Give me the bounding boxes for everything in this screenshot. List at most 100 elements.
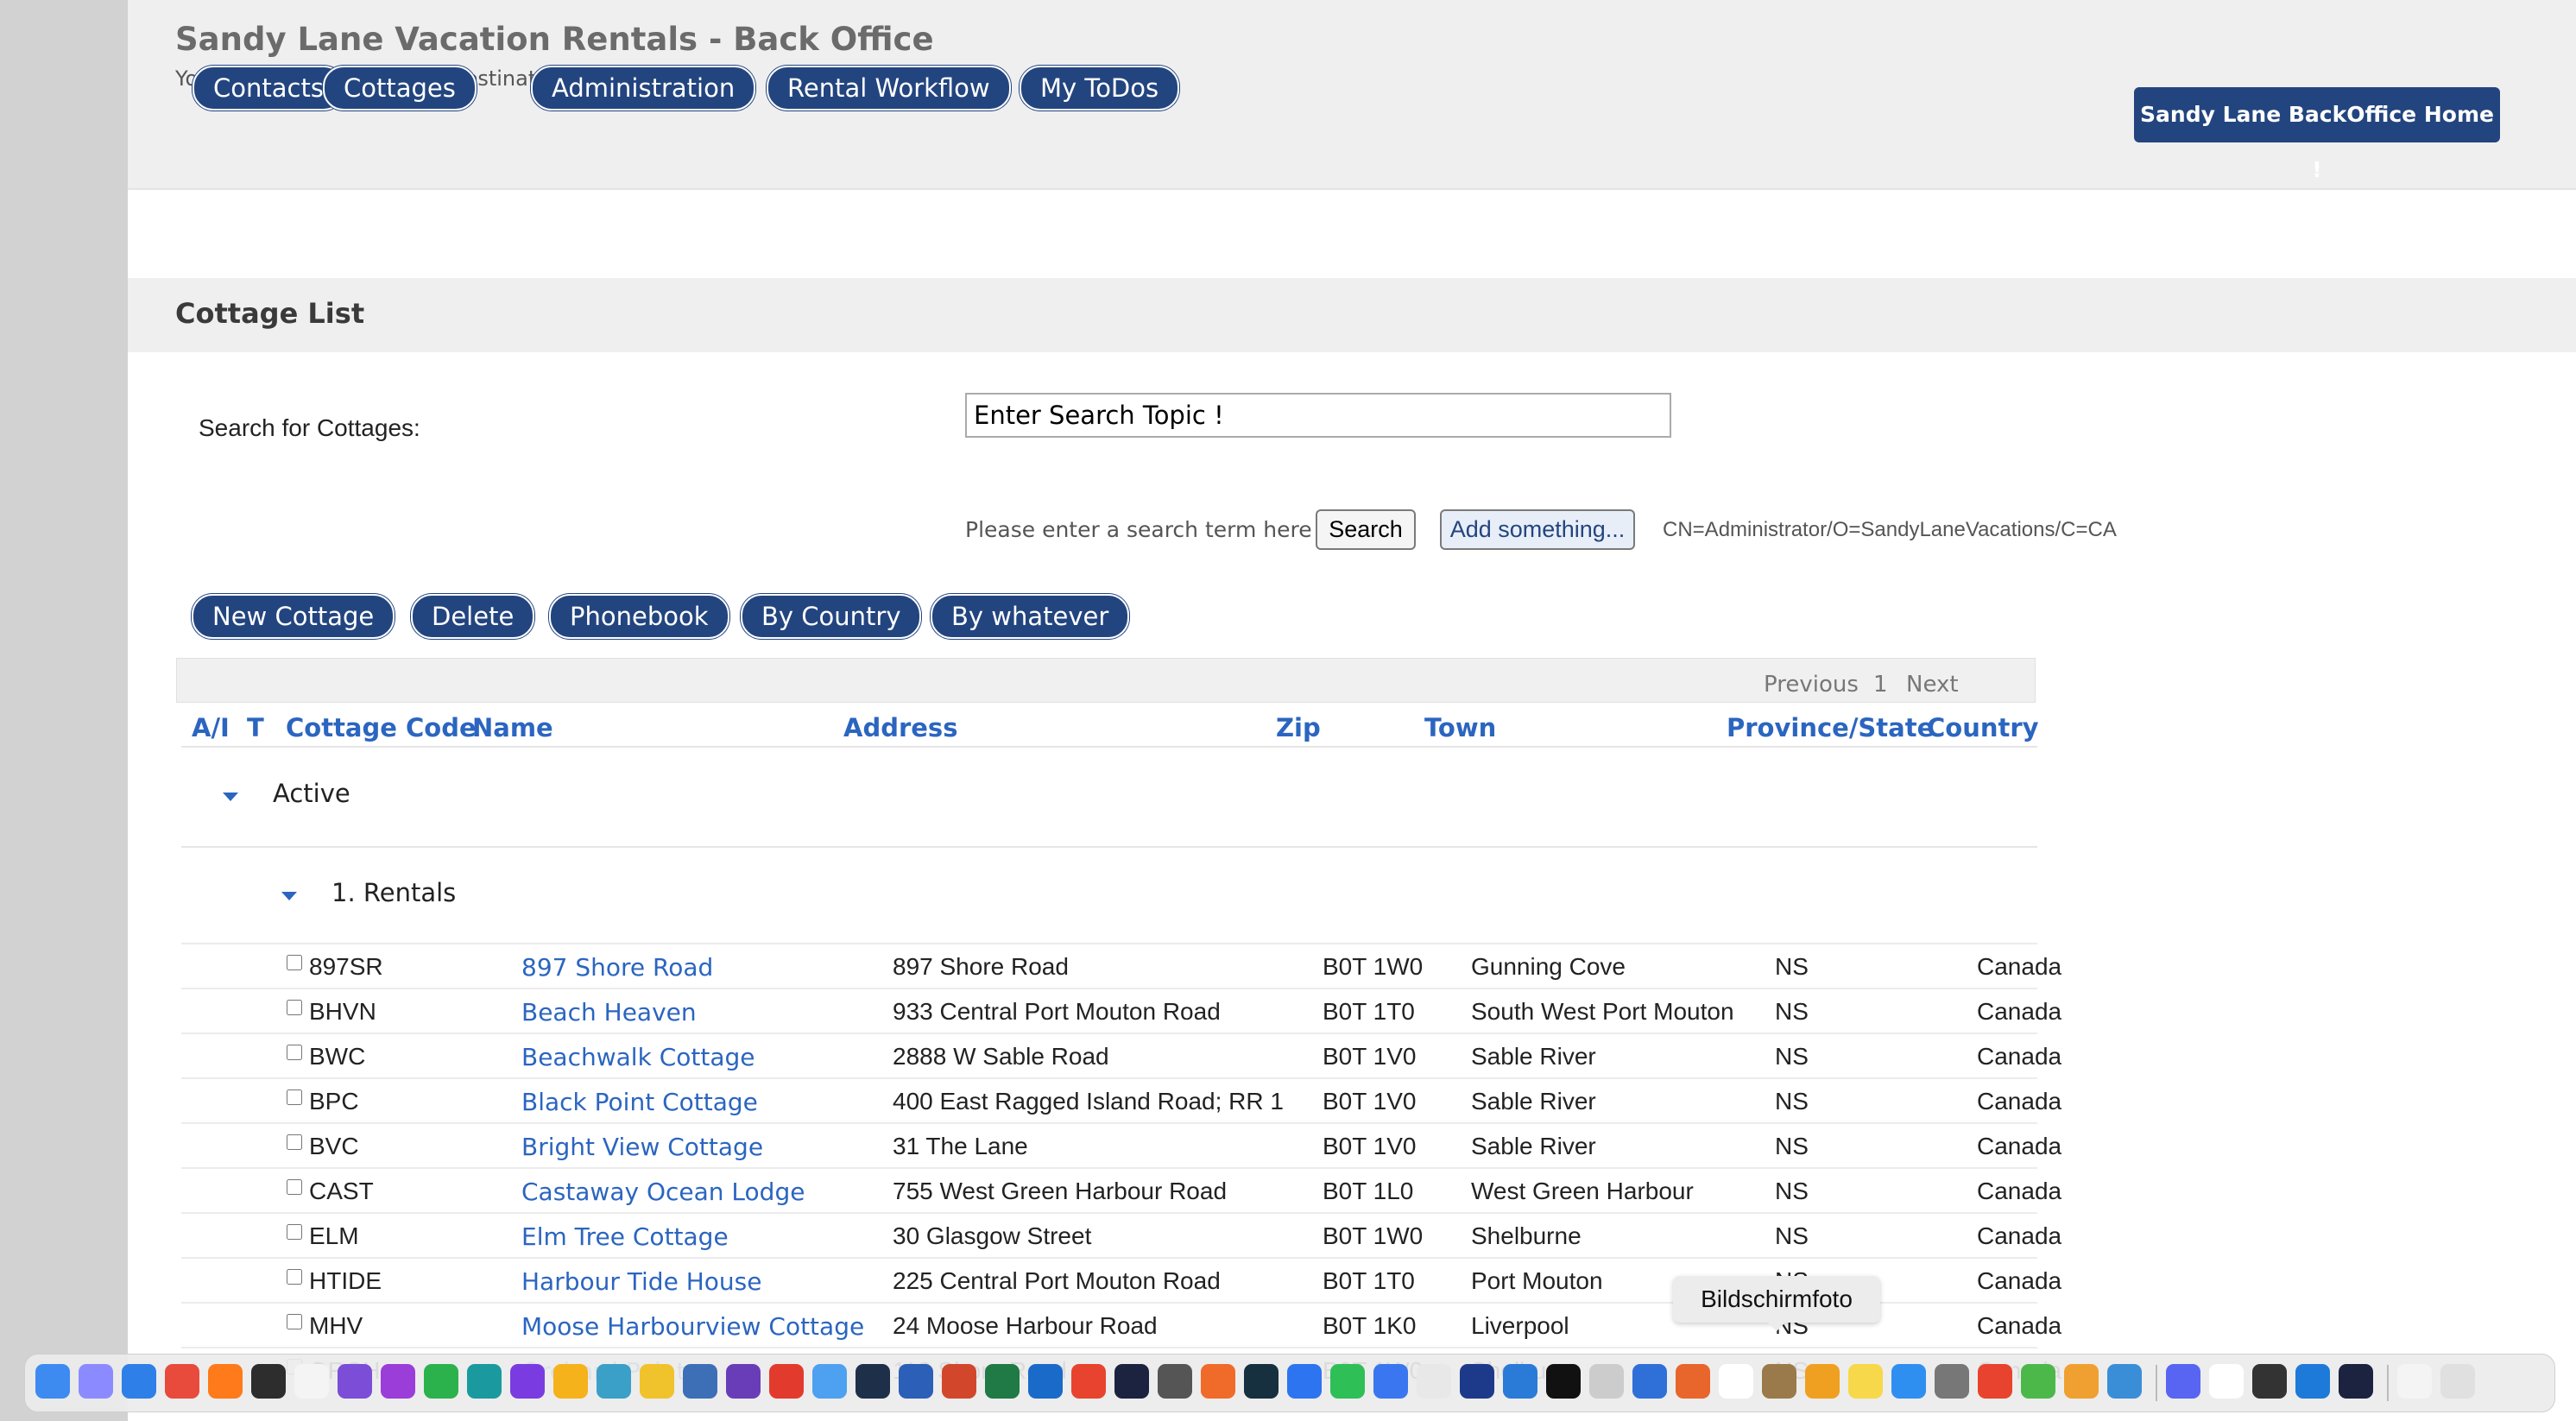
firefox-icon[interactable]: [208, 1364, 243, 1399]
arrow-app-icon[interactable]: [1244, 1364, 1279, 1399]
chrome-icon[interactable]: [165, 1364, 199, 1399]
delete-button[interactable]: Delete: [411, 594, 535, 639]
pdf-tool-icon[interactable]: [2209, 1364, 2244, 1399]
column-header-country[interactable]: Country: [1927, 713, 2039, 742]
nav-my-todos[interactable]: My ToDos: [1020, 66, 1180, 111]
app-icon[interactable]: [1114, 1364, 1149, 1399]
calendar-icon[interactable]: [1719, 1364, 1753, 1399]
pager-previous[interactable]: Previous: [1764, 672, 1859, 698]
column-header-town[interactable]: Town: [1424, 713, 1496, 742]
network-icon[interactable]: [597, 1364, 631, 1399]
word-icon[interactable]: [899, 1364, 933, 1399]
obsidian-icon[interactable]: [338, 1364, 372, 1399]
powerpoint-icon[interactable]: [942, 1364, 976, 1399]
launchpad-icon[interactable]: [79, 1364, 113, 1399]
acrobat-icon[interactable]: [1071, 1364, 1106, 1399]
clock-app-icon[interactable]: [1460, 1364, 1494, 1399]
by-country-button[interactable]: By Country: [741, 594, 922, 639]
outlook-icon[interactable]: [1028, 1364, 1063, 1399]
row-checkbox[interactable]: [287, 955, 302, 970]
cottage-name-link[interactable]: Beach Heaven: [521, 998, 697, 1026]
cottage-name-link[interactable]: Elm Tree Cottage: [521, 1222, 729, 1251]
add-something-button[interactable]: Add something...: [1440, 509, 1635, 550]
discord-icon[interactable]: [2166, 1364, 2200, 1399]
column-header-province[interactable]: Province/State: [1727, 713, 1934, 742]
row-checkbox[interactable]: [287, 1269, 302, 1285]
globe-icon[interactable]: [2107, 1364, 2142, 1399]
document-icon[interactable]: [294, 1364, 329, 1399]
elephant-icon[interactable]: [683, 1364, 717, 1399]
cottage-name-link[interactable]: Castaway Ocean Lodge: [521, 1178, 805, 1206]
arduino-icon[interactable]: [467, 1364, 502, 1399]
cottage-name-link[interactable]: Bright View Cottage: [521, 1133, 763, 1161]
nav-contacts[interactable]: Contacts: [193, 66, 344, 111]
nav-cottages[interactable]: Cottages: [323, 66, 477, 111]
affinity-icon[interactable]: [381, 1364, 415, 1399]
search-button[interactable]: Search: [1316, 509, 1416, 550]
box-icon[interactable]: [1762, 1364, 1796, 1399]
cottage-name-link[interactable]: Beachwalk Cottage: [521, 1043, 754, 1071]
column-header-zip[interactable]: Zip: [1276, 713, 1321, 742]
column-header-cottage-code[interactable]: Cottage Code: [286, 713, 477, 742]
row-checkbox[interactable]: [287, 1134, 302, 1150]
expand-active-icon[interactable]: [223, 793, 238, 801]
row-checkbox[interactable]: [287, 1045, 302, 1060]
column-header-t[interactable]: T: [247, 713, 264, 742]
finder-icon[interactable]: [35, 1364, 70, 1399]
folder-icon[interactable]: [812, 1364, 847, 1399]
row-checkbox[interactable]: [287, 1000, 302, 1015]
vscode-icon[interactable]: [1503, 1364, 1537, 1399]
cottage-name-link[interactable]: 897 Shore Road: [521, 953, 713, 982]
column-header-address[interactable]: Address: [843, 713, 957, 742]
console-icon[interactable]: [1546, 1364, 1581, 1399]
screenshot-icon[interactable]: [1589, 1364, 1624, 1399]
toolbox-icon[interactable]: [1978, 1364, 2012, 1399]
brave-icon[interactable]: [1676, 1364, 1710, 1399]
pager-page-number[interactable]: 1: [1873, 672, 1888, 698]
messages-app-icon[interactable]: [424, 1364, 458, 1399]
star-app-icon[interactable]: [553, 1364, 588, 1399]
pen-icon[interactable]: [1201, 1364, 1235, 1399]
phonebook-button[interactable]: Phonebook: [549, 594, 729, 639]
nav-rental-workflow[interactable]: Rental Workflow: [767, 66, 1011, 111]
infinity-icon[interactable]: [1632, 1364, 1667, 1399]
calculator-icon[interactable]: [1158, 1364, 1192, 1399]
pixel-app-icon[interactable]: [856, 1364, 890, 1399]
row-checkbox[interactable]: [287, 1224, 302, 1240]
excel-icon[interactable]: [985, 1364, 1020, 1399]
orange-app-icon[interactable]: [2064, 1364, 2099, 1399]
cyberduck-icon[interactable]: [640, 1364, 674, 1399]
appstore-icon[interactable]: [1891, 1364, 1926, 1399]
search-input[interactable]: [965, 393, 1671, 438]
expand-rentals-icon[interactable]: [281, 892, 297, 900]
row-checkbox[interactable]: [287, 1314, 302, 1329]
trash-icon[interactable]: [2440, 1364, 2475, 1399]
pager-next[interactable]: Next: [1906, 672, 1959, 698]
app-2-icon[interactable]: [2339, 1364, 2373, 1399]
todoist-icon[interactable]: [769, 1364, 804, 1399]
column-header-name[interactable]: Name: [472, 713, 553, 742]
slack-icon[interactable]: [1417, 1364, 1451, 1399]
cottage-name-link[interactable]: Black Point Cottage: [521, 1088, 758, 1116]
vs-icon[interactable]: [726, 1364, 761, 1399]
windows-icon[interactable]: [2295, 1364, 2330, 1399]
safari-icon[interactable]: [122, 1364, 156, 1399]
window-icon[interactable]: [2397, 1364, 2432, 1399]
calculator-2-icon[interactable]: [2252, 1364, 2287, 1399]
green-p-icon[interactable]: [2021, 1364, 2055, 1399]
signal-icon[interactable]: [1373, 1364, 1408, 1399]
row-checkbox[interactable]: [287, 1089, 302, 1105]
settings-icon[interactable]: [1935, 1364, 1969, 1399]
column-header-ai[interactable]: A/I: [192, 713, 230, 742]
cottage-name-link[interactable]: Harbour Tide House: [521, 1267, 761, 1296]
notes-icon[interactable]: [1848, 1364, 1883, 1399]
cottage-name-link[interactable]: Moose Harbourview Cottage: [521, 1312, 864, 1341]
whatsapp-icon[interactable]: [1330, 1364, 1365, 1399]
photos-icon[interactable]: [1805, 1364, 1840, 1399]
row-checkbox[interactable]: [287, 1179, 302, 1195]
nav-administration[interactable]: Administration: [531, 66, 756, 111]
terminal-app-icon[interactable]: [251, 1364, 286, 1399]
home-button[interactable]: Sandy Lane BackOffice Home !: [2134, 87, 2500, 182]
zoom-icon[interactable]: [1287, 1364, 1322, 1399]
by-whatever-button[interactable]: By whatever: [931, 594, 1130, 639]
